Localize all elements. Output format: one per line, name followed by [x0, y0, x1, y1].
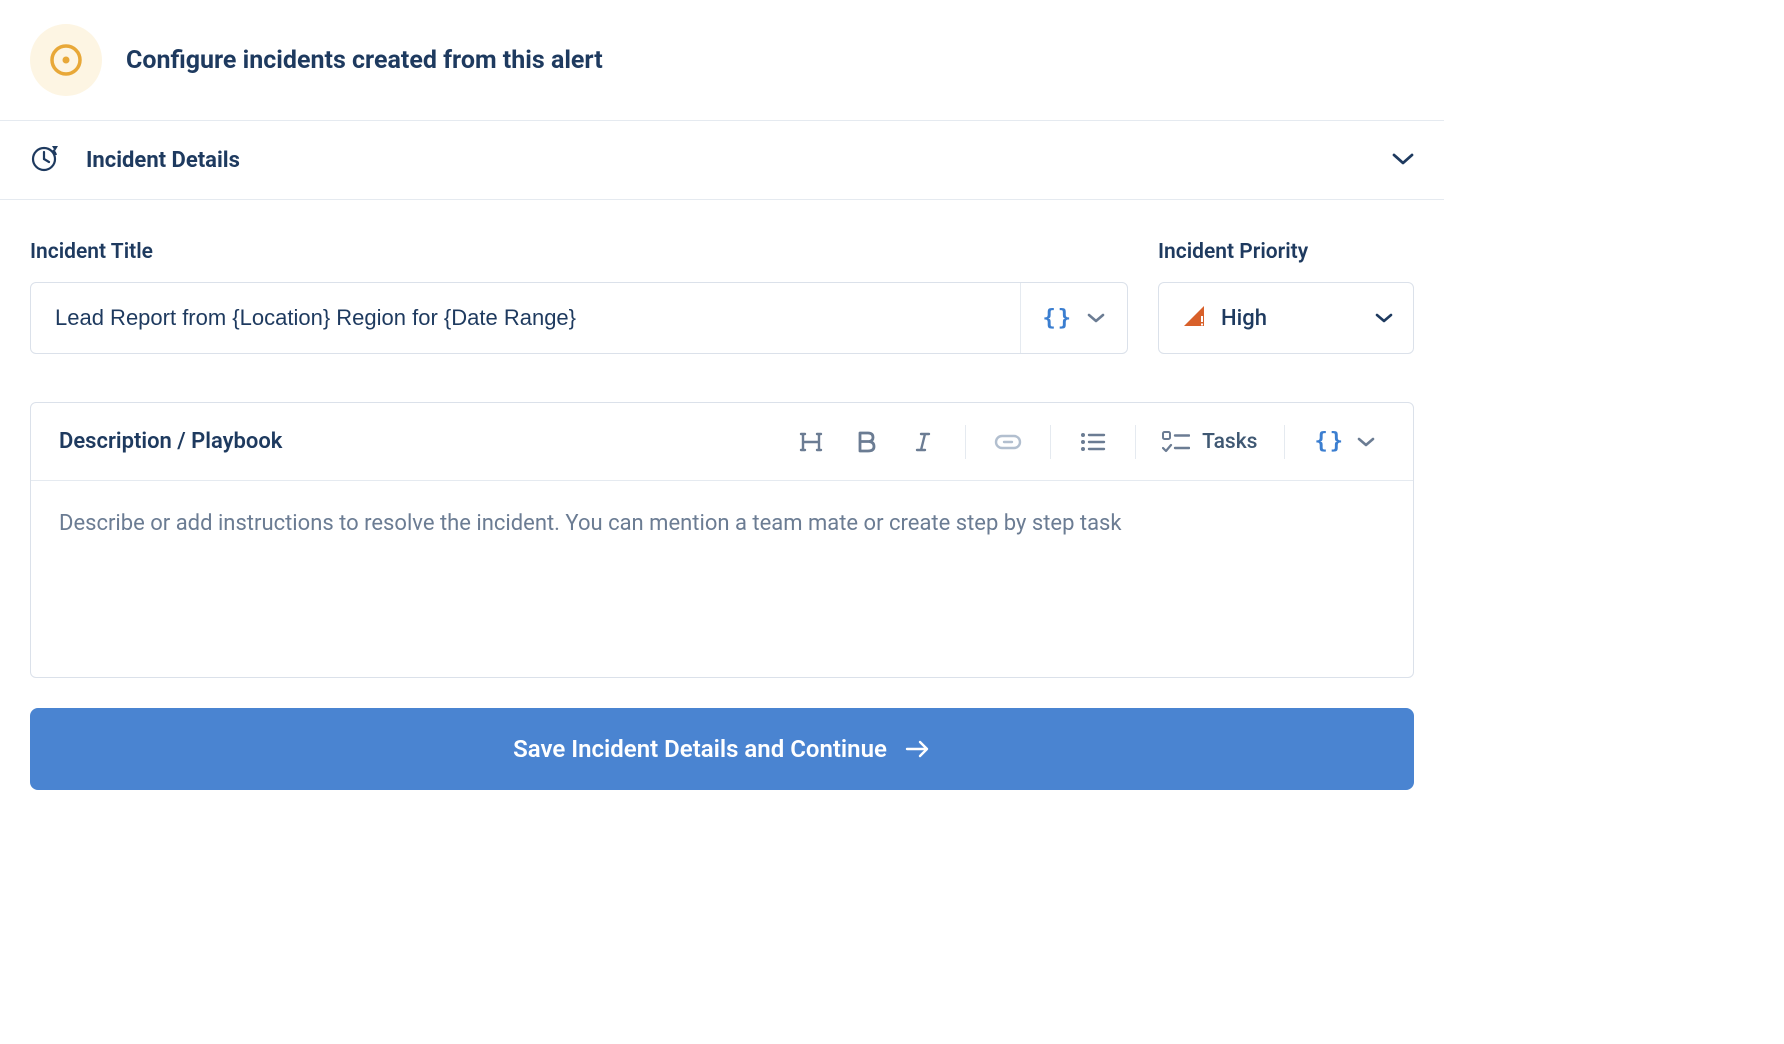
italic-button[interactable]	[895, 420, 951, 464]
incident-priority-select[interactable]: High	[1158, 282, 1414, 354]
link-icon	[994, 434, 1022, 450]
save-button-label: Save Incident Details and Continue	[513, 735, 887, 763]
insert-variable-button[interactable]: {}	[1020, 283, 1128, 353]
description-editor: Description / Playbook	[30, 402, 1414, 678]
chevron-down-icon	[1357, 436, 1375, 448]
clock-icon	[30, 143, 60, 177]
link-button[interactable]	[980, 420, 1036, 464]
arrow-right-icon	[905, 739, 931, 759]
incident-title-label: Incident Title	[30, 240, 1128, 264]
incident-priority-label: Incident Priority	[1158, 240, 1414, 264]
bullet-list-button[interactable]	[1065, 420, 1121, 464]
description-textarea[interactable]: Describe or add instructions to resolve …	[31, 481, 1413, 677]
italic-icon	[912, 430, 934, 454]
editor-toolbar: Description / Playbook	[31, 403, 1413, 481]
tasks-label: Tasks	[1202, 430, 1257, 454]
chevron-down-icon	[1087, 312, 1105, 324]
heading-icon	[799, 430, 823, 454]
priority-high-icon	[1183, 305, 1205, 331]
separator	[1284, 425, 1285, 459]
page-header: Configure incidents created from this al…	[0, 0, 1444, 121]
bullet-list-icon	[1080, 431, 1106, 453]
section-header[interactable]: Incident Details	[0, 121, 1444, 200]
bold-button[interactable]	[839, 420, 895, 464]
incident-title-input[interactable]	[31, 283, 1020, 353]
editor-label: Description / Playbook	[59, 429, 282, 454]
incident-title-input-wrap: {}	[30, 282, 1128, 354]
save-continue-button[interactable]: Save Incident Details and Continue	[30, 708, 1414, 790]
chevron-down-icon	[1375, 312, 1393, 324]
heading-button[interactable]	[783, 420, 839, 464]
braces-icon: {}	[1043, 306, 1074, 331]
priority-value: High	[1221, 306, 1359, 331]
tasks-button[interactable]: Tasks	[1150, 430, 1269, 454]
separator	[965, 425, 966, 459]
bold-icon	[856, 430, 878, 454]
separator	[1135, 425, 1136, 459]
tasks-icon	[1162, 431, 1190, 453]
chevron-down-icon[interactable]	[1392, 151, 1414, 170]
page-title: Configure incidents created from this al…	[126, 46, 603, 75]
insert-variable-button[interactable]: {}	[1299, 429, 1386, 454]
separator	[1050, 425, 1051, 459]
section-title: Incident Details	[86, 148, 240, 173]
target-icon	[30, 24, 102, 96]
braces-icon: {}	[1315, 429, 1346, 454]
